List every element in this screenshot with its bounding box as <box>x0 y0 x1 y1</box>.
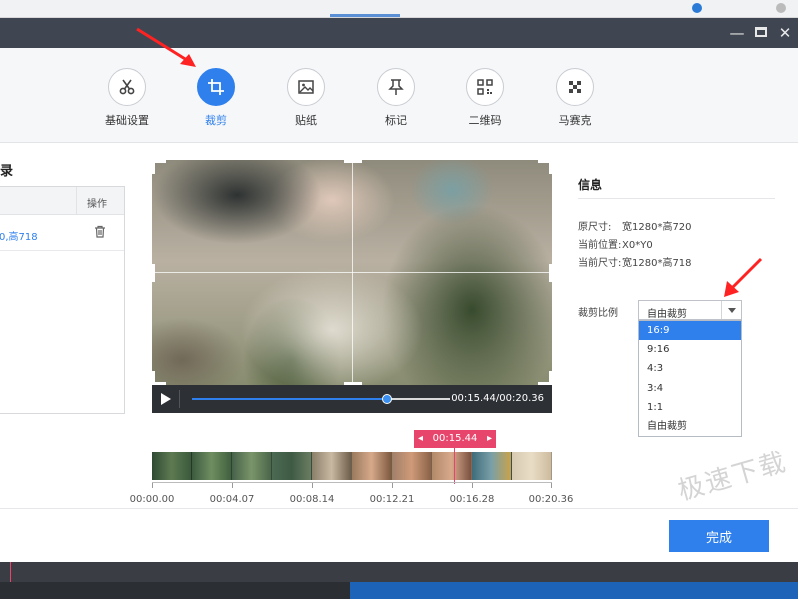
maximize-button[interactable] <box>752 24 770 42</box>
timeline-label: 00:00.00 <box>129 494 175 505</box>
background-status-dot-gray <box>776 3 786 13</box>
close-button[interactable]: ✕ <box>776 24 794 42</box>
player-controls: 00:15.44/00:20.36 <box>152 385 552 413</box>
timeline-marker[interactable]: ◂ 00:15.44 ▸ <box>414 430 496 448</box>
background-tab-indicator <box>330 14 400 17</box>
timeline-label: 00:04.07 <box>209 494 255 505</box>
done-button[interactable]: 完成 <box>669 520 769 552</box>
timeline-label: 00:20.36 <box>528 494 574 505</box>
caret-left-icon[interactable]: ◂ <box>418 430 423 448</box>
minimize-button[interactable]: — <box>728 24 746 42</box>
marker-time: 00:15.44 <box>432 433 478 444</box>
crop-guide-horizontal <box>152 272 552 273</box>
crop-ratio-select[interactable]: 自由裁剪 <box>638 300 742 320</box>
video-preview[interactable]: 00:15.44/00:20.36 <box>152 160 552 413</box>
timeline-frame <box>232 452 272 480</box>
crop-handle-bottom-right[interactable] <box>538 371 552 385</box>
column-header-operation: 操作 <box>87 199 107 210</box>
timeline-filmstrip[interactable] <box>152 452 552 480</box>
ratio-option-free[interactable]: 自由裁剪 <box>639 417 741 436</box>
ratio-option-1-1[interactable]: 1:1 <box>639 398 741 417</box>
info-current-size: 当前尺寸:宽1280*高718 <box>578 258 692 269</box>
background-status-dot <box>692 3 702 13</box>
timeline-frame <box>272 452 312 480</box>
tab-label: 标记 <box>385 114 407 127</box>
playback-time: 00:15.44/00:20.36 <box>451 393 544 404</box>
progress-fill <box>192 398 387 400</box>
crop-handle-top[interactable] <box>344 160 362 163</box>
timeline-frame <box>192 452 232 480</box>
pin-icon <box>377 68 415 106</box>
timeline-frame <box>352 452 392 480</box>
ratio-option-3-4[interactable]: 3:4 <box>639 379 741 398</box>
info-original-size: 原尺寸: 宽1280*高720 <box>578 222 692 233</box>
tab-label: 贴纸 <box>295 114 317 127</box>
tab-label: 基础设置 <box>105 114 149 127</box>
qrcode-icon <box>466 68 504 106</box>
crop-handle-top-left[interactable] <box>152 160 166 174</box>
tab-crop[interactable]: 裁剪 <box>181 68 251 128</box>
timeline-frame <box>392 452 432 480</box>
tool-bar: 基础设置 裁剪 贴纸 标记 二维码 马赛克 <box>0 48 798 143</box>
crop-handle-top-right[interactable] <box>538 160 552 174</box>
progress-knob[interactable] <box>381 394 392 404</box>
timeline-playhead[interactable] <box>454 448 455 484</box>
crop-ratio-value: 自由裁剪 <box>647 309 687 320</box>
background-app-footer <box>0 562 798 599</box>
play-icon[interactable] <box>161 393 171 405</box>
trash-icon[interactable] <box>94 225 106 241</box>
mosaic-icon <box>556 68 594 106</box>
tab-label: 马赛克 <box>558 114 592 127</box>
ratio-option-9-16[interactable]: 9:16 <box>639 340 741 359</box>
image-icon <box>287 68 325 106</box>
crop-list-title: 录 <box>0 164 14 179</box>
crop-handle-bottom-left[interactable] <box>152 371 166 385</box>
crop-ratio-options: 16:9 9:16 4:3 3:4 1:1 自由裁剪 <box>638 320 742 438</box>
timeline-frame <box>512 452 552 480</box>
crop-handle-right[interactable] <box>549 264 552 282</box>
timeline-ruler <box>152 482 552 490</box>
timeline-label: 00:16.28 <box>449 494 495 505</box>
ratio-option-16-9[interactable]: 16:9 <box>639 321 741 341</box>
crop-handle-left[interactable] <box>152 264 155 282</box>
caret-right-icon[interactable]: ▸ <box>487 430 492 448</box>
tab-mark[interactable]: 标记 <box>361 68 431 128</box>
info-divider <box>578 198 775 199</box>
ratio-option-4-3[interactable]: 4:3 <box>639 359 741 378</box>
crop-icon <box>197 68 235 106</box>
timeline-frame <box>472 452 512 480</box>
scissors-icon <box>108 68 146 106</box>
tab-label: 二维码 <box>468 114 502 127</box>
table-header: 操作 <box>0 187 124 215</box>
maximize-icon <box>755 27 767 37</box>
footer-divider <box>0 508 798 509</box>
timeline-frame <box>152 452 192 480</box>
info-title: 信息 <box>578 178 603 192</box>
background-app-header <box>0 0 798 18</box>
timeline-label: 00:12.21 <box>369 494 415 505</box>
tab-mosaic[interactable]: 马赛克 <box>540 68 610 128</box>
table-row[interactable]: 0,高718 <box>0 215 124 251</box>
tab-sticker[interactable]: 贴纸 <box>271 68 341 128</box>
tab-qrcode[interactable]: 二维码 <box>450 68 520 128</box>
tab-label: 裁剪 <box>205 114 227 127</box>
timeline-frame <box>432 452 472 480</box>
dialog-titlebar: — ✕ <box>0 18 798 48</box>
crop-size-value: 0,高718 <box>0 232 38 243</box>
timeline-label: 00:08.14 <box>289 494 335 505</box>
timeline-frame <box>312 452 352 480</box>
chevron-down-icon[interactable] <box>721 301 741 319</box>
info-current-position: 当前位置:X0*Y0 <box>578 240 653 251</box>
tab-basic-settings[interactable]: 基础设置 <box>92 68 162 128</box>
crop-ratio-label: 裁剪比例 <box>578 308 618 319</box>
crop-guide-vertical <box>352 160 353 413</box>
crop-list-table: 操作 0,高718 <box>0 186 125 414</box>
